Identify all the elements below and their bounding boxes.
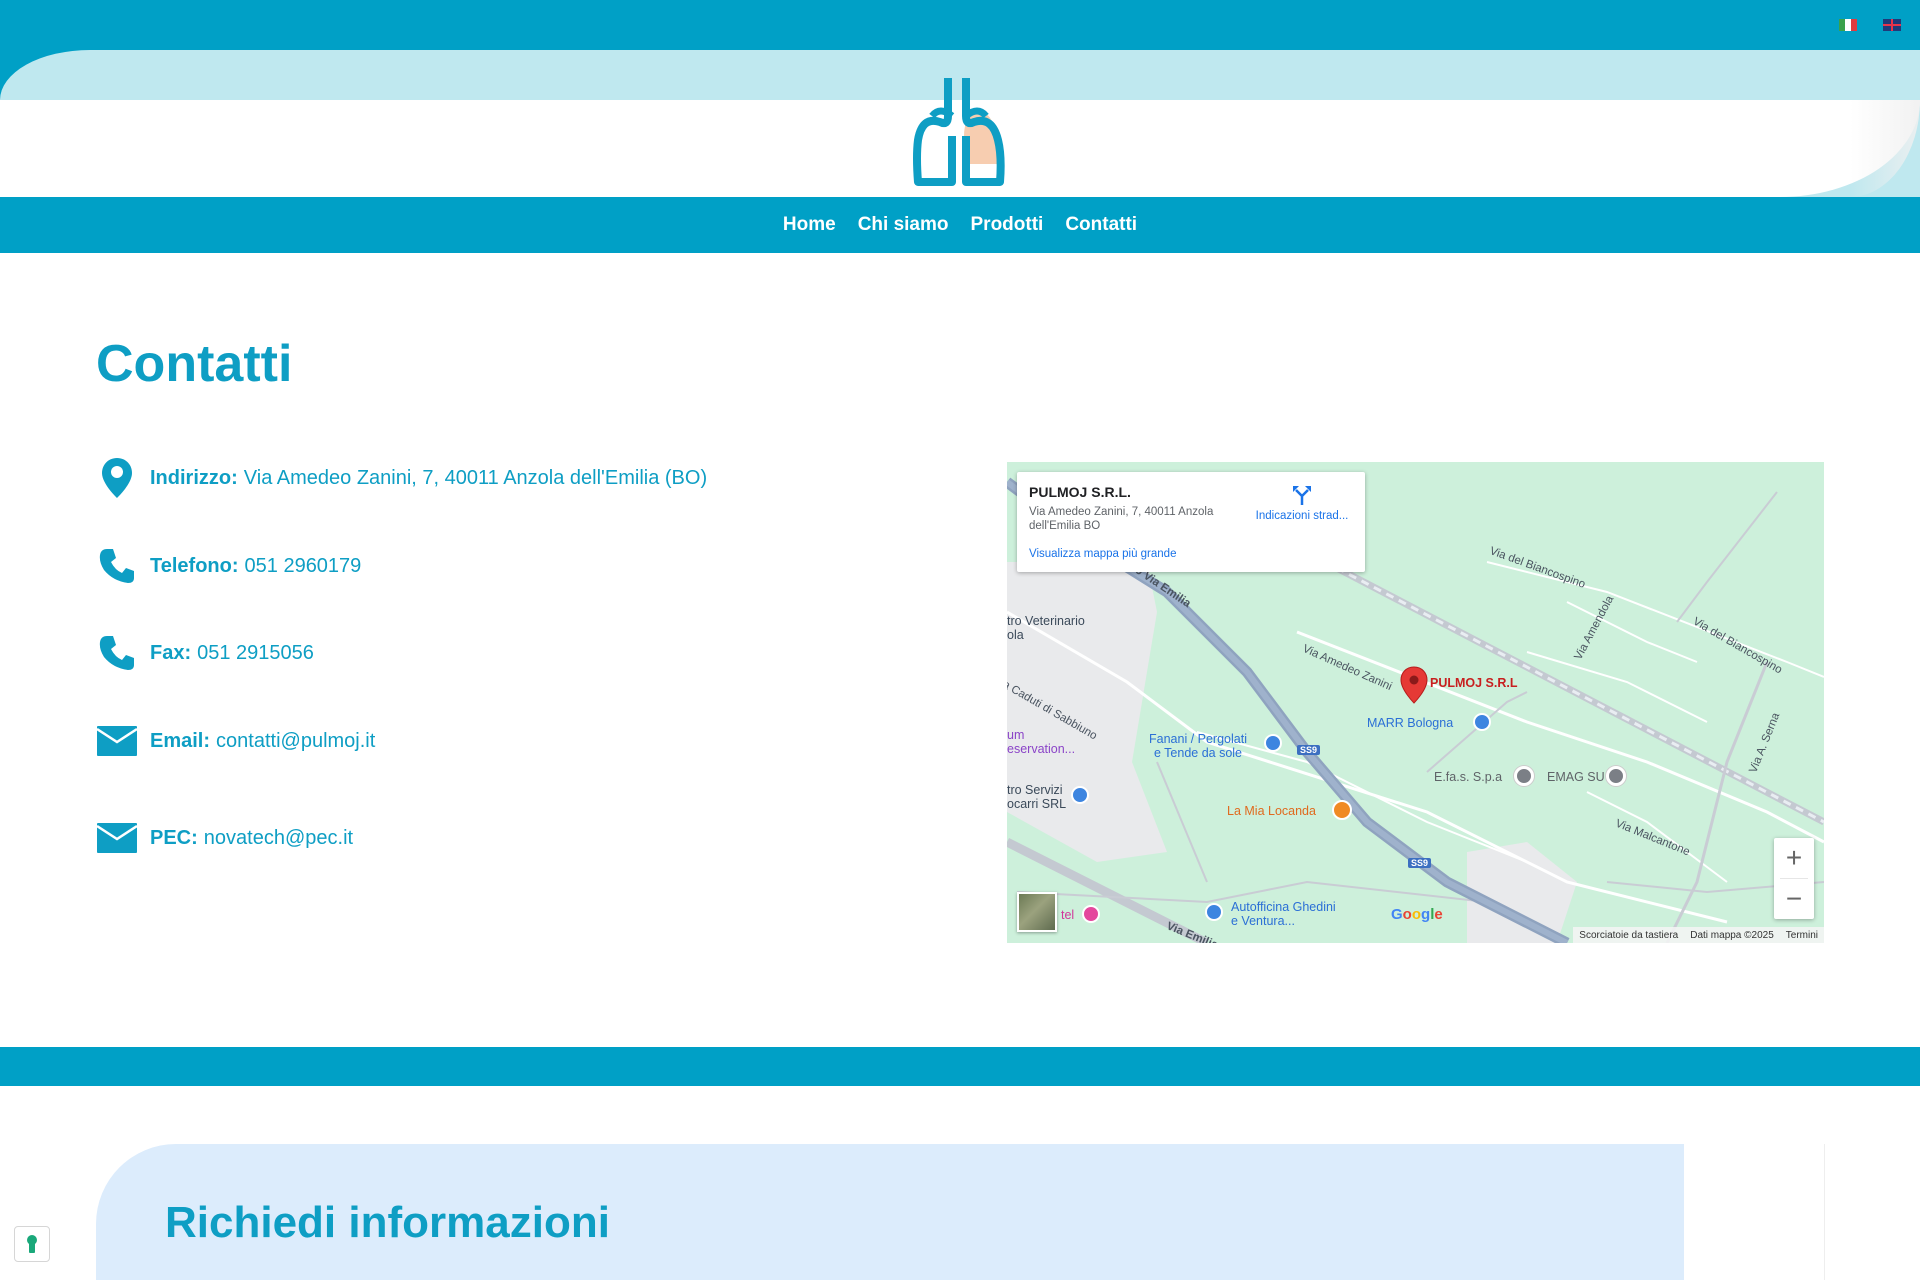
email-value[interactable]: contatti@pulmoj.it bbox=[216, 730, 375, 753]
fax-value: 051 2915056 bbox=[197, 641, 314, 664]
ss9-shield: SS9 bbox=[1297, 745, 1321, 755]
map-poi-efas[interactable]: E.fa.s. S.p.a bbox=[1434, 770, 1502, 784]
map-poi-emag[interactable]: EMAG SU bbox=[1547, 770, 1605, 784]
contact-fax: Fax: 051 2915056 bbox=[96, 631, 314, 675]
shop-icon[interactable] bbox=[1264, 734, 1282, 752]
location-pin-icon bbox=[96, 457, 138, 499]
keyboard-shortcuts-link[interactable]: Scorciatoie da tastiera bbox=[1579, 930, 1678, 941]
map-poi-fanani[interactable]: Fanani / Pergolati e Tende da sole bbox=[1149, 732, 1247, 760]
address-label: Indirizzo: bbox=[150, 466, 238, 489]
contact-email: Email: contatti@pulmoj.it bbox=[96, 719, 375, 763]
nav-home[interactable]: Home bbox=[783, 214, 836, 236]
contact-pec: PEC: novatech@pec.it bbox=[96, 816, 353, 860]
nav-chi-siamo[interactable]: Chi siamo bbox=[858, 214, 949, 236]
phone-icon bbox=[96, 545, 138, 587]
contact-phone: Telefono: 051 2960179 bbox=[96, 544, 361, 588]
place-icon[interactable] bbox=[1514, 766, 1534, 786]
cookie-settings-button[interactable] bbox=[14, 1226, 50, 1262]
directions-icon bbox=[1293, 486, 1311, 505]
shop-icon[interactable] bbox=[1473, 713, 1491, 731]
map-poi-locanda[interactable]: La Mia Locanda bbox=[1227, 804, 1316, 818]
pec-value[interactable]: novatech@pec.it bbox=[204, 827, 353, 850]
view-larger-map-link[interactable]: Visualizza mappa più grande bbox=[1029, 548, 1176, 560]
map-poi-museum[interactable]: um eservation... bbox=[1007, 728, 1075, 756]
phone-value[interactable]: 051 2960179 bbox=[245, 555, 362, 578]
phone-icon bbox=[96, 632, 138, 674]
section-divider bbox=[0, 1047, 1920, 1086]
directions-label: Indicazioni strad... bbox=[1255, 510, 1349, 522]
fax-label: Fax: bbox=[150, 641, 192, 664]
keyhole-icon bbox=[27, 1235, 37, 1253]
zoom-in-button[interactable]: + bbox=[1774, 838, 1814, 878]
map-info-card: PULMOJ S.R.L. Via Amedeo Zanini, 7, 4001… bbox=[1017, 472, 1365, 572]
place-icon[interactable] bbox=[1606, 766, 1626, 786]
map-attribution: Scorciatoie da tastiera Dati mappa ©2025… bbox=[1573, 927, 1824, 943]
zoom-out-button[interactable]: − bbox=[1774, 879, 1814, 919]
pec-label: PEC: bbox=[150, 826, 198, 849]
map-place-address: Via Amedeo Zanini, 7, 40011 Anzola dell'… bbox=[1029, 506, 1214, 532]
english-flag-icon[interactable] bbox=[1883, 19, 1901, 31]
terms-link[interactable]: Termini bbox=[1786, 930, 1818, 941]
shop-icon[interactable] bbox=[1071, 786, 1089, 804]
map-poi-centro-servizi[interactable]: tro Servizi ocarri SRL bbox=[1007, 783, 1066, 811]
map-poi-veterinario[interactable]: tro Veterinario ola bbox=[1007, 614, 1085, 642]
google-map[interactable]: SS9 Via Emilia ncospino Via del Biancosp… bbox=[1007, 462, 1824, 943]
map-pin-icon[interactable] bbox=[1400, 666, 1428, 704]
phone-label: Telefono: bbox=[150, 554, 239, 577]
directions-button[interactable]: Indicazioni strad... bbox=[1247, 484, 1357, 522]
envelope-icon bbox=[96, 720, 138, 762]
map-poi-hotel[interactable]: tel bbox=[1061, 908, 1074, 922]
map-poi-pulmoj[interactable]: PULMOJ S.R.L bbox=[1430, 676, 1518, 690]
zoom-controls: + − bbox=[1774, 838, 1814, 919]
lungs-logo[interactable] bbox=[912, 76, 1008, 188]
map-place-name: PULMOJ S.R.L. bbox=[1029, 484, 1131, 500]
restaurant-icon[interactable] bbox=[1332, 800, 1352, 820]
shop-icon[interactable] bbox=[1205, 903, 1223, 921]
page-title: Contatti bbox=[96, 335, 293, 393]
envelope-icon bbox=[96, 817, 138, 859]
request-info-title: Richiedi informazioni bbox=[165, 1198, 610, 1247]
map-poi-autofficina[interactable]: Autofficina Ghedini e Ventura... bbox=[1231, 900, 1336, 928]
main-nav: Home Chi siamo Prodotti Contatti bbox=[0, 197, 1920, 253]
email-label: Email: bbox=[150, 729, 211, 752]
nav-prodotti[interactable]: Prodotti bbox=[971, 214, 1044, 236]
satellite-toggle-button[interactable] bbox=[1017, 892, 1057, 932]
top-bar bbox=[0, 0, 1920, 50]
google-logo: Google bbox=[1391, 906, 1443, 923]
hotel-icon[interactable] bbox=[1082, 905, 1100, 923]
map-poi-marr[interactable]: MARR Bologna bbox=[1367, 716, 1453, 730]
ss9-shield: SS9 bbox=[1408, 858, 1432, 868]
address-value: Via Amedeo Zanini, 7, 40011 Anzola dell'… bbox=[243, 466, 708, 489]
contact-address: Indirizzo: Via Amedeo Zanini, 7, 40011 A… bbox=[96, 456, 707, 500]
italian-flag-icon[interactable] bbox=[1839, 19, 1857, 31]
nav-contatti[interactable]: Contatti bbox=[1065, 214, 1137, 236]
map-data-text: Dati mappa ©2025 bbox=[1690, 929, 1774, 941]
